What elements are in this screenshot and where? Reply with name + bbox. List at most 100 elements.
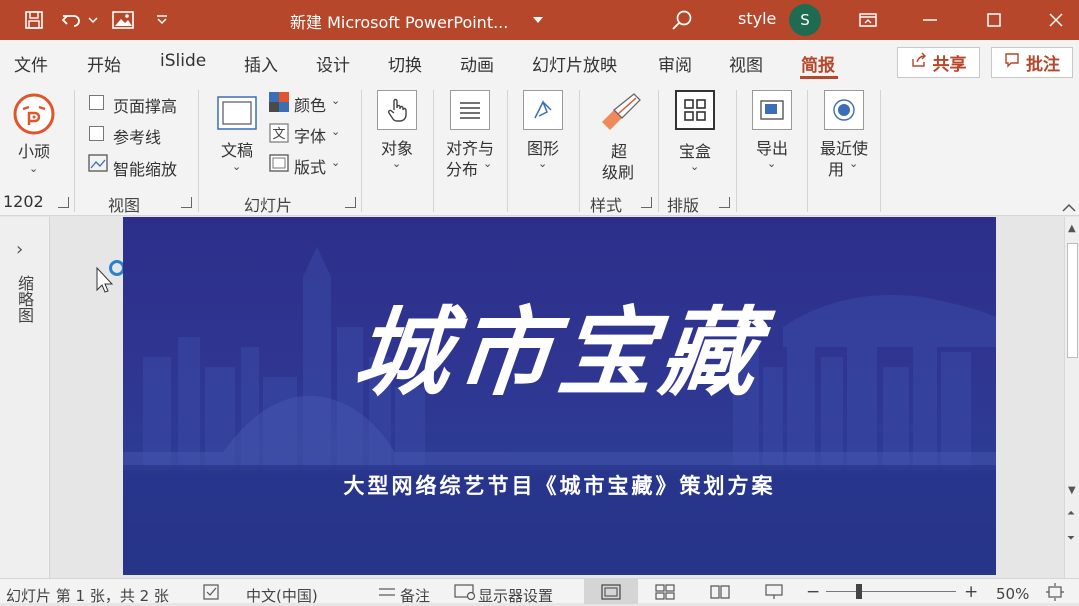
object-dropdown-icon[interactable]: ⌄ <box>392 157 401 170</box>
zoom-level[interactable]: 50% <box>996 585 1029 603</box>
title-dropdown-icon[interactable] <box>526 8 550 32</box>
ribbon-display-options-icon[interactable] <box>838 0 898 40</box>
group-divider <box>807 90 808 212</box>
picture-icon[interactable] <box>111 8 135 32</box>
slideshow-icon[interactable] <box>764 584 784 604</box>
zoom-slider-track[interactable] <box>826 591 956 592</box>
expand-thumbnails-icon[interactable]: › <box>16 239 23 260</box>
fit-slide-icon[interactable] <box>1046 583 1064 605</box>
display-settings-icon[interactable] <box>454 584 476 604</box>
undo-icon[interactable] <box>60 8 84 32</box>
tab-slideshow[interactable]: 幻灯片放映 <box>532 51 617 76</box>
page-stretch-checkbox[interactable] <box>89 95 104 110</box>
scroll-up-icon[interactable]: ▲ <box>1068 223 1076 234</box>
align-label-line2[interactable]: 分布 <box>446 156 478 180</box>
color-dropdown-icon[interactable]: ⌄ <box>331 94 340 107</box>
reading-view-icon[interactable] <box>710 584 730 604</box>
style-launcher-icon[interactable] <box>641 197 652 208</box>
share-icon <box>911 52 927 73</box>
svg-text:文: 文 <box>272 127 285 142</box>
color-swatch-icon[interactable] <box>269 92 289 116</box>
normal-view-button[interactable] <box>584 579 638 604</box>
tab-review[interactable]: 审阅 <box>658 51 692 76</box>
tab-view[interactable]: 视图 <box>729 51 763 76</box>
export-icon[interactable] <box>752 90 792 130</box>
maximize-icon[interactable] <box>964 0 1024 40</box>
save-icon[interactable] <box>22 8 46 32</box>
spellcheck-icon[interactable] <box>203 584 221 604</box>
customize-toolbar-icon[interactable] <box>150 8 174 32</box>
xiaowan-icon[interactable] <box>12 92 56 136</box>
counter-launcher-icon[interactable] <box>58 197 69 208</box>
tab-islide[interactable]: iSlide <box>160 51 206 71</box>
share-button[interactable]: 共享 <box>897 47 980 78</box>
tab-file[interactable]: 文件 <box>14 51 48 76</box>
group-divider <box>507 90 508 212</box>
shape-pen-icon[interactable] <box>523 90 563 130</box>
close-icon[interactable] <box>1026 0 1079 40</box>
search-icon[interactable] <box>670 8 694 32</box>
collapse-ribbon-icon[interactable] <box>1062 198 1076 217</box>
align-dropdown-icon[interactable]: ⌄ <box>483 157 492 170</box>
guides-checkbox[interactable] <box>89 126 104 141</box>
manuscript-icon[interactable] <box>217 96 257 134</box>
slide-launcher-icon[interactable] <box>345 197 356 208</box>
object-label[interactable]: 对象 <box>381 135 413 159</box>
group-divider <box>433 90 434 212</box>
recent-used-icon[interactable] <box>824 90 864 130</box>
slide-sorter-icon[interactable] <box>655 584 675 604</box>
vertical-scrollbar[interactable]: ▲ ▼ ⏶ ⏷ <box>1064 217 1079 578</box>
tab-design[interactable]: 设计 <box>316 51 350 76</box>
export-dropdown-icon[interactable]: ⌄ <box>767 157 776 170</box>
slide-canvas[interactable]: 城市宝藏 大型网络综艺节目《城市宝藏》策划方案 <box>123 217 996 575</box>
font-label[interactable]: 字体 <box>294 123 326 147</box>
box-dropdown-icon[interactable]: ⌄ <box>690 160 699 173</box>
previous-slide-icon[interactable]: ⏶ <box>1067 508 1075 519</box>
color-label[interactable]: 颜色 <box>294 92 326 116</box>
tab-transitions[interactable]: 切换 <box>388 51 422 76</box>
scrollbar-thumb[interactable] <box>1067 243 1078 358</box>
zoom-out-icon[interactable]: − <box>806 582 820 602</box>
box-label[interactable]: 宝盒 <box>679 138 711 162</box>
super-brush-icon[interactable] <box>598 92 642 134</box>
font-icon[interactable]: 文 <box>269 123 289 147</box>
tab-jianbao[interactable]: 简报 <box>801 51 835 76</box>
align-distribute-icon[interactable] <box>450 90 490 130</box>
font-dropdown-icon[interactable]: ⌄ <box>331 125 340 138</box>
manuscript-dropdown-icon[interactable]: ⌄ <box>232 160 241 173</box>
xiaowan-label[interactable]: 小顽 <box>18 138 50 162</box>
manuscript-label[interactable]: 文稿 <box>221 137 253 161</box>
recent-dropdown-icon[interactable]: ⌄ <box>849 157 858 170</box>
smart-zoom-icon[interactable] <box>88 154 108 176</box>
notes-icon[interactable] <box>377 584 397 603</box>
slide-title[interactable]: 城市宝藏 <box>123 275 996 414</box>
avatar[interactable]: S <box>789 4 821 36</box>
box-grid-icon[interactable] <box>675 90 715 130</box>
layout-launcher-icon[interactable] <box>719 197 730 208</box>
undo-dropdown-icon[interactable] <box>86 8 100 32</box>
recent-label-line2[interactable]: 用 <box>828 156 844 180</box>
layout-icon[interactable] <box>269 154 289 176</box>
zoom-slider-thumb[interactable] <box>856 584 862 599</box>
next-slide-icon[interactable]: ⏷ <box>1067 533 1075 544</box>
minimize-icon[interactable] <box>900 0 960 40</box>
shape-label[interactable]: 图形 <box>527 135 559 159</box>
guides-label: 参考线 <box>113 128 162 147</box>
hand-pointer-icon[interactable] <box>377 90 417 130</box>
tab-home[interactable]: 开始 <box>87 51 121 76</box>
tab-animations[interactable]: 动画 <box>460 51 494 76</box>
scroll-down-icon[interactable]: ▼ <box>1068 485 1076 496</box>
brush-label-line2[interactable]: 级刷 <box>602 159 634 183</box>
layout-dropdown-icon[interactable]: ⌄ <box>331 156 340 169</box>
tab-insert[interactable]: 插入 <box>244 51 278 76</box>
thumbnail-label[interactable]: 缩略图 <box>12 275 36 323</box>
view-launcher-icon[interactable] <box>181 197 192 208</box>
xiaowan-dropdown-icon[interactable]: ⌄ <box>29 162 38 175</box>
layout-label[interactable]: 版式 <box>294 154 326 178</box>
comments-button[interactable]: 批注 <box>991 47 1073 78</box>
smart-zoom-label[interactable]: 智能缩放 <box>113 156 177 180</box>
slide-subtitle[interactable]: 大型网络综艺节目《城市宝藏》策划方案 <box>123 470 996 500</box>
export-label[interactable]: 导出 <box>756 135 788 159</box>
shape-dropdown-icon[interactable]: ⌄ <box>538 157 547 170</box>
zoom-in-icon[interactable]: + <box>964 582 978 602</box>
